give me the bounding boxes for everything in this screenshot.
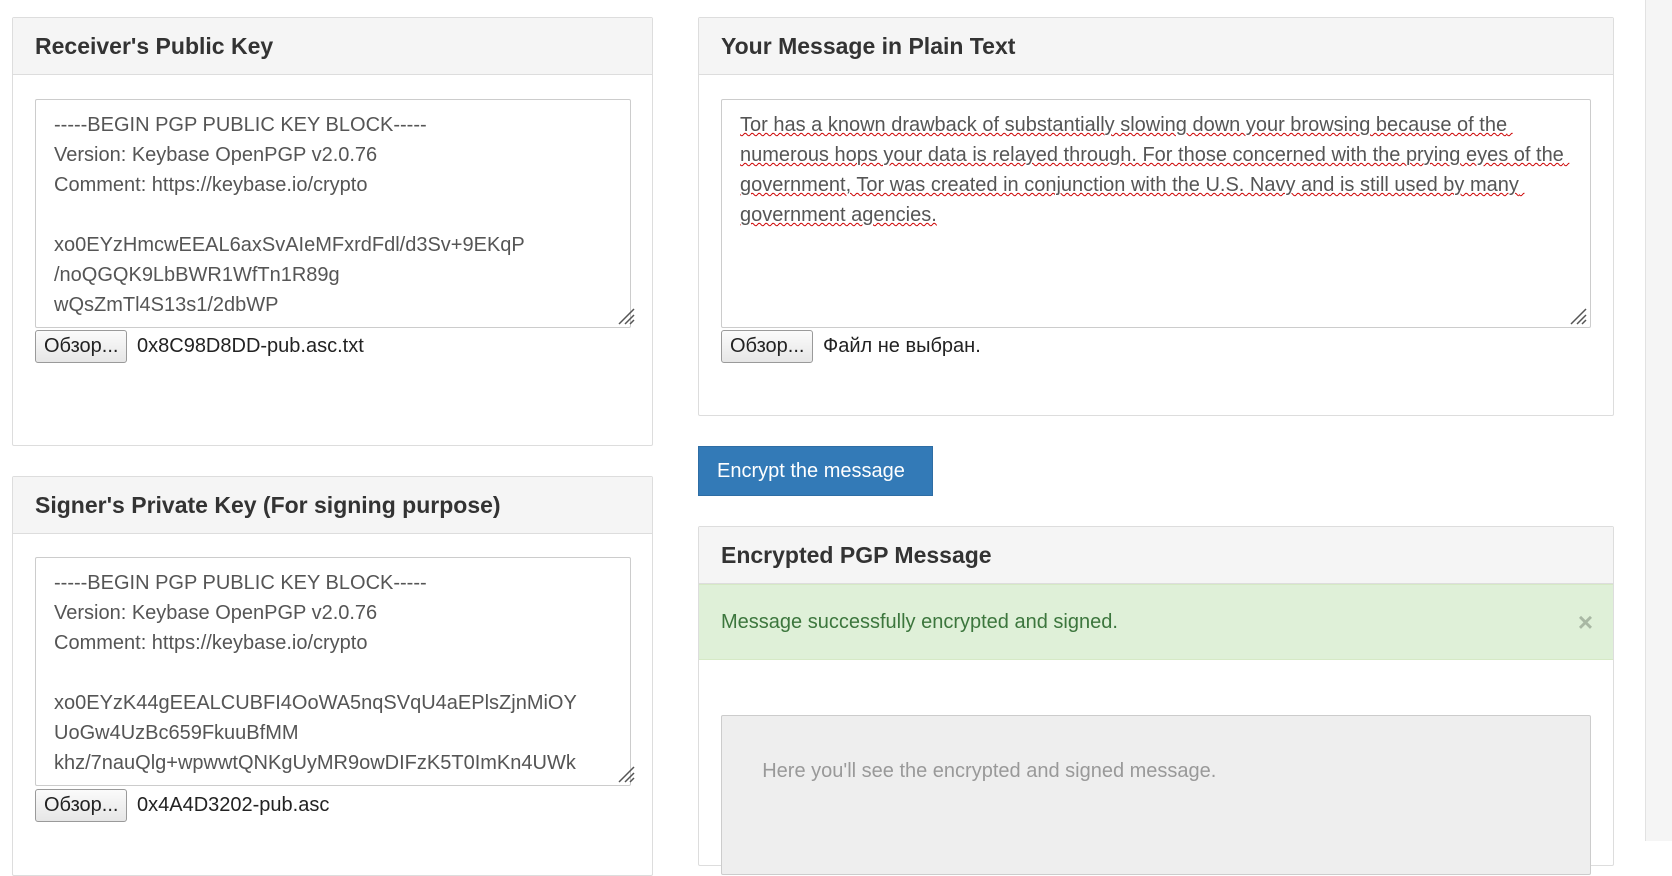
receiver-browse-button[interactable]: Обзор... — [35, 330, 128, 363]
message-text: Tor has a known drawback of substantiall… — [740, 114, 1570, 226]
encrypt-message-button[interactable]: Encrypt the message — [698, 446, 933, 496]
success-alert-text: Message successfully encrypted and signe… — [721, 611, 1118, 633]
resize-grip-icon[interactable] — [1567, 305, 1587, 325]
receiver-public-key-panel: Receiver's Public Key -----BEGIN PGP PUB… — [12, 17, 653, 446]
message-file-status: Файл не выбран. — [823, 335, 981, 357]
receiver-file-name: 0x8C98D8DD-pub.asc.txt — [137, 335, 364, 357]
receiver-panel-title: Receiver's Public Key — [13, 18, 652, 75]
encrypted-output-placeholder: Here you'll see the encrypted and signed… — [762, 760, 1217, 782]
receiver-public-key-textarea[interactable]: -----BEGIN PGP PUBLIC KEY BLOCK----- Ver… — [35, 99, 631, 328]
message-browse-button[interactable]: Обзор... — [721, 330, 814, 363]
encrypted-panel-title: Encrypted PGP Message — [699, 527, 1613, 584]
close-icon[interactable]: × — [1578, 585, 1593, 659]
plain-message-textarea[interactable]: Tor has a known drawback of substantiall… — [721, 99, 1591, 328]
signer-file-name: 0x4A4D3202-pub.asc — [137, 794, 330, 816]
plain-message-title: Your Message in Plain Text — [699, 18, 1613, 75]
success-alert: Message successfully encrypted and signe… — [699, 584, 1613, 660]
signer-browse-button[interactable]: Обзор... — [35, 789, 128, 822]
plain-message-panel: Your Message in Plain Text Tor has a kno… — [698, 17, 1614, 416]
encrypted-message-panel: Encrypted PGP Message Message successful… — [698, 526, 1614, 875]
encrypted-output-textarea: Here you'll see the encrypted and signed… — [721, 715, 1591, 875]
resize-grip-icon[interactable] — [615, 305, 635, 325]
signer-private-key-panel: Signer's Private Key (For signing purpos… — [12, 476, 653, 876]
signer-panel-title: Signer's Private Key (For signing purpos… — [13, 477, 652, 534]
signer-private-key-textarea[interactable]: -----BEGIN PGP PUBLIC KEY BLOCK----- Ver… — [35, 557, 631, 786]
page-scrollbar[interactable] — [1645, 0, 1672, 841]
resize-grip-icon[interactable] — [615, 763, 635, 783]
